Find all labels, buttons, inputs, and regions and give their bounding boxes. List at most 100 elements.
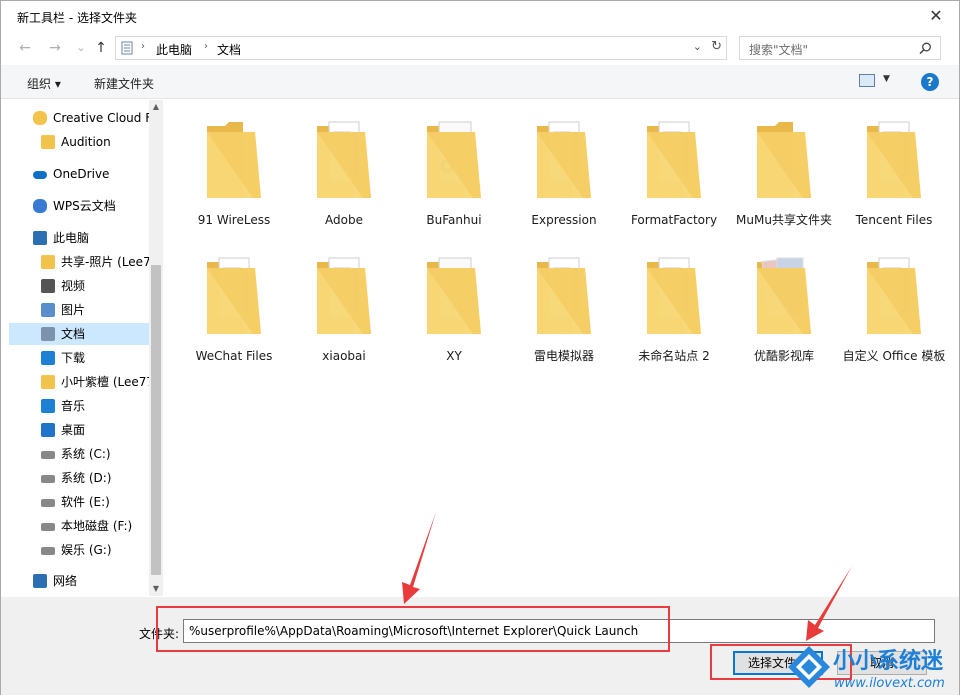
sidebar-item[interactable]: 共享-照片 (Lee7 [9, 251, 149, 273]
creative-cloud-icon [33, 111, 47, 125]
folder-icon [757, 122, 811, 198]
search-input[interactable]: 搜索"文档" [739, 36, 941, 60]
address-bar[interactable]: › 此电脑 › 文档 ⌄ ↻ [115, 36, 727, 60]
sidebar-item[interactable]: 此电脑 [9, 227, 149, 249]
documents-icon [121, 41, 133, 55]
computer-icon [33, 231, 47, 245]
folder-icon [41, 135, 55, 149]
sidebar-item-label: 视频 [61, 279, 86, 293]
sidebar-item[interactable]: 软件 (E:) [9, 491, 149, 513]
sidebar-item[interactable]: WPS云文档 [9, 195, 149, 217]
folder-icon [427, 257, 481, 334]
folder-item-label: XY [446, 349, 462, 363]
sidebar-item-label: 娱乐 (G:) [61, 543, 112, 557]
folder-item[interactable]: Adobe [291, 108, 397, 238]
watermark-url: www.ilovext.com [834, 676, 945, 691]
sidebar-item[interactable]: 网络 [9, 570, 149, 592]
scroll-down-icon[interactable]: ▼ [149, 582, 163, 596]
folder-item[interactable]: Expression [511, 108, 617, 238]
forward-button[interactable]: → [45, 38, 65, 58]
refresh-icon[interactable]: ↻ [711, 39, 722, 54]
sidebar-item[interactable]: 娱乐 (G:) [9, 539, 149, 561]
folder-icon [317, 257, 371, 334]
sidebar-item-label: WPS云文档 [53, 199, 116, 213]
folder-icon [317, 121, 371, 198]
folder-item[interactable]: FormatFactory [621, 108, 727, 238]
sidebar-item-label: 下载 [61, 351, 86, 365]
new-folder-button[interactable]: 新建文件夹 [94, 75, 154, 92]
folder-icon [427, 121, 481, 198]
up-button[interactable]: ↑ [91, 38, 111, 58]
organize-button[interactable]: 组织 ▾ [27, 75, 61, 92]
scroll-up-icon[interactable]: ▲ [149, 100, 163, 114]
folder-icon [647, 121, 701, 198]
folder-icon [757, 257, 811, 334]
sidebar-item[interactable]: 小叶紫檀 (Lee77 [9, 371, 149, 393]
folder-item[interactable]: 自定义 Office 模板 [841, 244, 947, 374]
folder-item-label: MuMu共享文件夹 [736, 213, 832, 227]
sidebar-item[interactable]: 本地磁盘 (F:) [9, 515, 149, 537]
search-placeholder: 搜索"文档" [749, 43, 809, 57]
folder-item-label: 自定义 Office 模板 [842, 349, 946, 363]
sidebar-item[interactable]: Creative Cloud F [9, 107, 149, 129]
sidebar-item[interactable]: 视频 [9, 275, 149, 297]
sidebar-item[interactable]: OneDrive [9, 163, 149, 185]
folder-icon [207, 122, 261, 198]
folder-icon [867, 257, 921, 334]
folder-item[interactable]: 优酷影视库 [731, 244, 837, 374]
drive-icon [41, 499, 55, 507]
sidebar-item[interactable]: 桌面 [9, 419, 149, 441]
folder-item[interactable]: xiaobai [291, 244, 397, 374]
drive-icon [41, 523, 55, 531]
chevron-down-icon[interactable]: ⌄ [693, 40, 702, 53]
sidebar-item[interactable]: Audition [9, 131, 149, 153]
sidebar-item-label: 桌面 [61, 423, 86, 437]
sidebar-item[interactable]: 系统 (D:) [9, 467, 149, 489]
sidebar-item[interactable]: 下载 [9, 347, 149, 369]
folder-icon [537, 121, 591, 198]
scroll-thumb[interactable] [151, 265, 161, 575]
navigation-pane-scrollbar[interactable]: ▲ ▼ [149, 100, 163, 596]
navigation-pane[interactable]: Creative Cloud F Audition OneDrive WPS云文档 此电… [9, 100, 163, 596]
folder-item[interactable]: BuFanhui [401, 108, 507, 238]
download-icon [41, 351, 55, 365]
chevron-down-icon[interactable]: ▼ [883, 74, 890, 84]
sidebar-item-label: Creative Cloud F [53, 111, 149, 125]
music-icon [41, 399, 55, 413]
sidebar-item-label: 系统 (C:) [61, 447, 111, 461]
sidebar-item-label: 系统 (D:) [61, 471, 112, 485]
view-options-icon[interactable] [859, 74, 875, 87]
recent-locations-dropdown[interactable]: ⌄ [71, 38, 91, 58]
folder-icon [867, 121, 921, 198]
watermark-text: 小小系统迷 [833, 649, 944, 674]
file-list[interactable]: 91 WireLess Adobe BuFanhui Expression Format… [163, 100, 959, 596]
folder-item[interactable]: XY [401, 244, 507, 374]
folder-icon [537, 257, 591, 334]
folder-item[interactable]: 雷电模拟器 [511, 244, 617, 374]
back-button[interactable]: ← [15, 38, 35, 58]
folder-item-label: 优酷影视库 [753, 349, 814, 363]
help-icon[interactable]: ? [921, 73, 939, 91]
desktop-icon [41, 423, 55, 437]
annotation-box-path [156, 606, 670, 652]
shared-folder-icon [41, 255, 55, 269]
sidebar-item[interactable]: 音乐 [9, 395, 149, 417]
drive-icon [41, 475, 55, 483]
folder-item[interactable]: 未命名站点 2 [621, 244, 727, 374]
sidebar-item[interactable]: 文档 [9, 323, 149, 345]
folder-item[interactable]: MuMu共享文件夹 [731, 108, 837, 238]
folder-item[interactable]: Tencent Files [841, 108, 947, 238]
sidebar-item[interactable]: 系统 (C:) [9, 443, 149, 465]
close-button[interactable]: ✕ [923, 5, 949, 27]
folder-item-label: FormatFactory [630, 213, 718, 227]
chevron-right-icon: › [204, 41, 208, 52]
breadcrumb-this-pc[interactable]: 此电脑 [156, 41, 192, 58]
folder-item[interactable]: 91 WireLess [181, 108, 287, 238]
sidebar-item[interactable]: 图片 [9, 299, 149, 321]
folder-item-label: xiaobai [322, 349, 366, 363]
breadcrumb-documents[interactable]: 文档 [217, 41, 241, 58]
sidebar-item-label: 此电脑 [53, 231, 90, 245]
folder-picker-dialog: 新工具栏 - 选择文件夹 ✕ ← → ⌄ ↑ › 此电脑 › 文档 ⌄ ↻ 搜索… [0, 0, 960, 695]
wps-cloud-icon [33, 199, 47, 213]
folder-item[interactable]: WeChat Files [181, 244, 287, 374]
